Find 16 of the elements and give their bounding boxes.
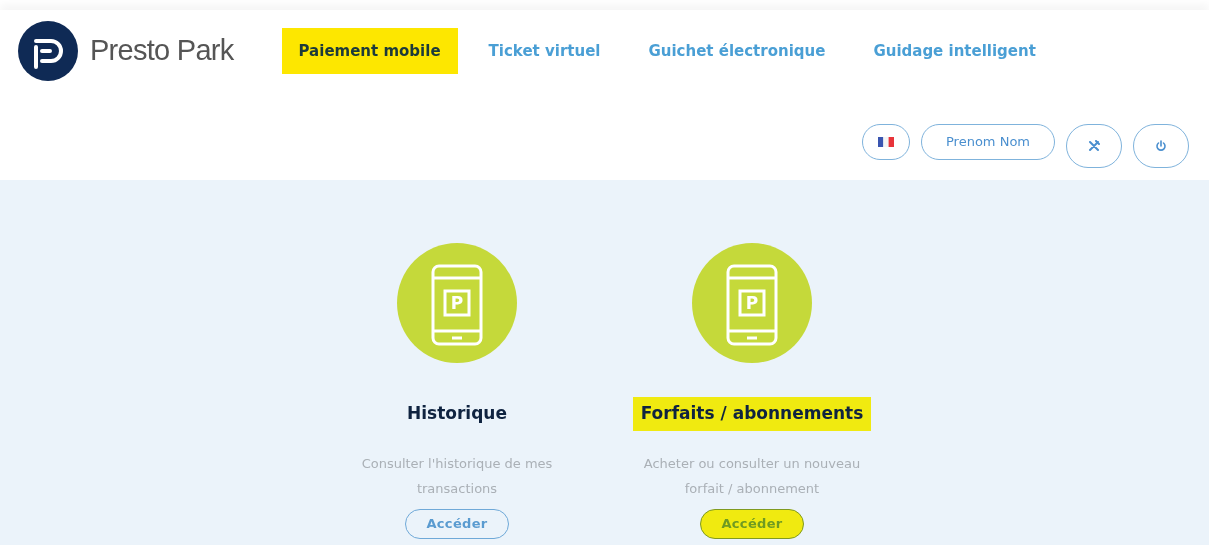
power-icon: [1155, 140, 1167, 152]
nav-tab[interactable]: Ticket virtuel: [471, 27, 618, 75]
french-flag-icon: [878, 137, 894, 147]
card-title: Historique: [406, 402, 508, 425]
access-button[interactable]: Accéder: [700, 508, 804, 539]
card-description: Acheter ou consulter un nouveau forfait / abonnement: [642, 454, 862, 498]
nav-tab[interactable]: Guichet électronique: [631, 27, 843, 75]
card-description: Consulter l'historique de mes transactions: [360, 454, 554, 498]
nav-tab[interactable]: Guidage intelligent: [856, 27, 1053, 75]
logo-icon: [18, 21, 78, 81]
card-title: Forfaits / abonnements: [632, 397, 872, 431]
brand-name: Presto Park: [90, 33, 234, 69]
parking-phone-icon: P: [692, 243, 812, 363]
nav-tab[interactable]: Paiement mobile: [281, 27, 458, 75]
parking-phone-icon: P: [397, 243, 517, 363]
tools-icon: [1088, 140, 1100, 152]
